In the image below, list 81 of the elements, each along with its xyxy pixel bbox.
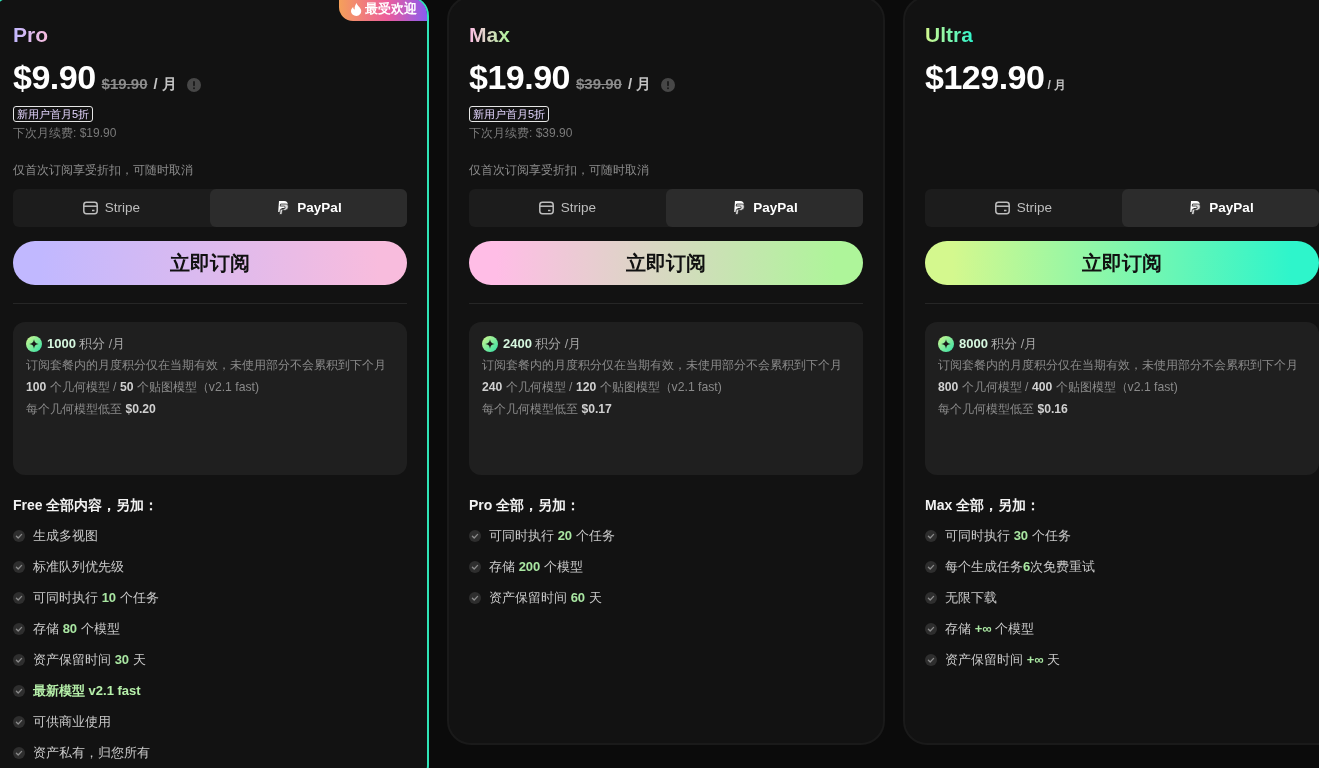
subscribe-button[interactable]: 立即订阅	[13, 241, 407, 285]
feature-text: 可同时执行 20 个任务	[489, 527, 615, 545]
original-price: $19.90	[101, 74, 148, 94]
subscribe-button[interactable]: 立即订阅	[925, 241, 1319, 285]
check-icon	[925, 592, 937, 604]
feature-text: 资产保留时间 30 天	[33, 651, 146, 669]
feature-text: 标准队列优先级	[33, 558, 124, 576]
check-icon	[13, 592, 25, 604]
credits-detail: 每个几何模型低至 $0.20	[26, 401, 157, 418]
price-amount: $19.90	[469, 57, 570, 97]
card-icon	[82, 201, 98, 215]
credits-detail: 800 个几何模型 / 400 个贴图模型（v2.1 fast)	[938, 379, 1179, 396]
payment-option[interactable]: Stripe	[13, 189, 210, 227]
check-icon	[13, 747, 25, 759]
credits-detail: 100 个几何模型 / 50 个贴图模型（v2.1 fast)	[26, 379, 260, 396]
paypal-icon	[731, 201, 747, 215]
feature-text: 无限下载	[945, 589, 997, 607]
credits-detail: 订阅套餐内的月度积分仅在当期有效，未使用部分不会累积到下个月	[938, 357, 1299, 374]
feature-text: 资产保留时间 +∞ 天	[945, 651, 1061, 669]
feature-text: 存储 200 个模型	[489, 558, 583, 576]
payment-option[interactable]: Stripe	[925, 189, 1122, 227]
sparkle-icon	[482, 336, 498, 352]
original-price: $39.90	[576, 74, 622, 94]
features-heading: Max 全部，另加：	[925, 496, 1042, 515]
discount-tag: 新用户首月5折	[469, 106, 550, 122]
flame-icon	[351, 2, 362, 16]
price-period: / 月	[627, 74, 652, 94]
paypal-icon	[275, 201, 291, 215]
payment-option[interactable]: Stripe	[469, 189, 666, 227]
check-icon	[925, 623, 937, 635]
payment-option[interactable]: PayPal	[666, 189, 863, 227]
discount-note: 仅首次订阅享受折扣，可随时取消	[13, 162, 194, 178]
credits-amount: 8000 积分 /月	[959, 335, 1038, 353]
card-icon	[538, 201, 554, 215]
feature-text: 可同时执行 10 个任务	[33, 589, 159, 607]
card-icon	[994, 201, 1010, 215]
check-icon	[13, 716, 25, 728]
price-period: / 月	[1047, 77, 1067, 94]
price-amount: $9.90	[13, 57, 96, 97]
check-icon	[925, 530, 937, 542]
check-icon	[925, 654, 937, 666]
credits-amount: 1000 积分 /月	[47, 335, 126, 353]
price-amount: $129.90	[925, 57, 1045, 97]
features-heading: Free 全部内容，另加：	[13, 496, 160, 515]
check-icon	[469, 592, 481, 604]
payment-option[interactable]: PayPal	[210, 189, 407, 227]
price-period: / 月	[153, 74, 177, 94]
feature-text: 存储 +∞ 个模型	[945, 620, 1035, 638]
check-icon	[13, 654, 25, 666]
discount-note: 仅首次订阅享受折扣，可随时取消	[469, 162, 650, 178]
renewal-text: 下次月续费: $39.90	[469, 125, 574, 141]
feature-text: 可同时执行 30 个任务	[945, 527, 1071, 545]
check-icon	[13, 561, 25, 573]
check-icon	[469, 561, 481, 573]
feature-text: 生成多视图	[33, 527, 98, 545]
discount-tag: 新用户首月5折	[13, 106, 94, 122]
feature-text: 资产私有，归您所有	[33, 744, 150, 762]
features-heading: Pro 全部，另加：	[469, 496, 582, 515]
feature-text: 资产保留时间 60 天	[489, 589, 602, 607]
sparkle-icon	[938, 336, 954, 352]
credits-detail: 每个几何模型低至 $0.17	[482, 401, 613, 418]
check-icon	[13, 623, 25, 635]
popular-label: 最受欢迎	[365, 1, 417, 17]
payment-option[interactable]: PayPal	[1122, 189, 1319, 227]
feature-text: 可供商业使用	[33, 713, 111, 731]
feature-text: 每个生成任务6次免费重试	[945, 558, 1096, 576]
sparkle-icon	[26, 336, 42, 352]
credits-detail: 订阅套餐内的月度积分仅在当期有效，未使用部分不会累积到下个月	[482, 357, 843, 374]
feature-text: 最新模型 v2.1 fast	[33, 682, 141, 700]
feature-text: 存储 80 个模型	[33, 620, 120, 638]
credits-detail: 240 个几何模型 / 120 个贴图模型（v2.1 fast)	[482, 379, 723, 396]
credits-detail: 每个几何模型低至 $0.16	[938, 401, 1069, 418]
check-icon	[13, 685, 25, 697]
check-icon	[469, 530, 481, 542]
check-icon	[925, 561, 937, 573]
check-icon	[13, 530, 25, 542]
renewal-text: 下次月续费: $19.90	[13, 125, 118, 141]
subscribe-button[interactable]: 立即订阅	[469, 241, 863, 285]
paypal-icon	[1187, 201, 1203, 215]
credits-amount: 2400 积分 /月	[503, 335, 582, 353]
credits-detail: 订阅套餐内的月度积分仅在当期有效，未使用部分不会累积到下个月	[26, 357, 387, 374]
